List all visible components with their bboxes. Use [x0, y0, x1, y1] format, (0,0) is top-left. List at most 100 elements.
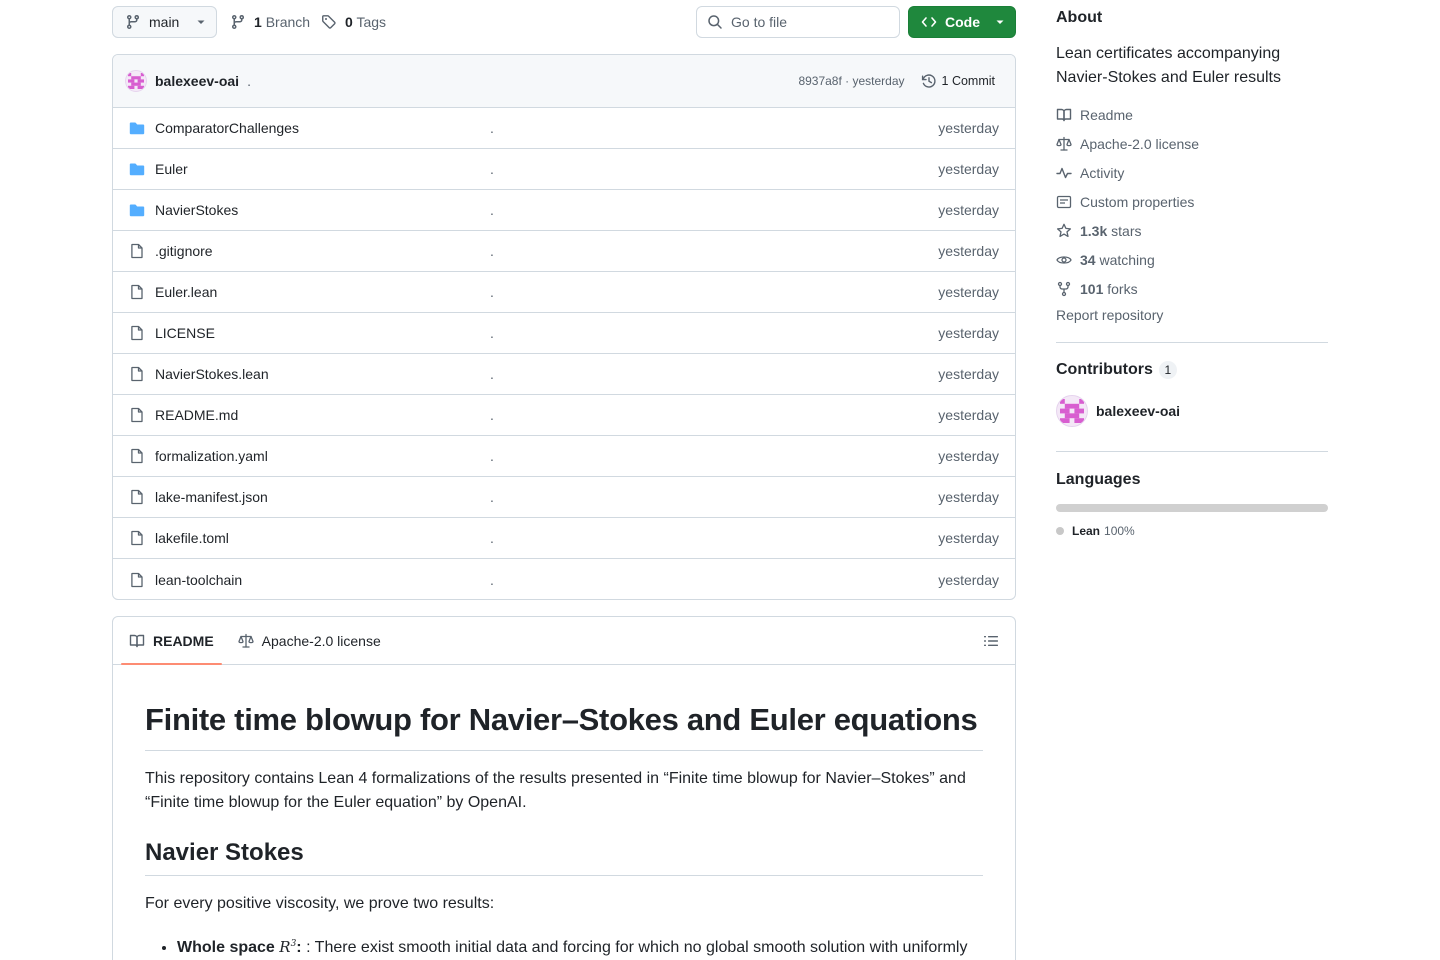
file-name-link[interactable]: lake-manifest.json	[155, 489, 268, 505]
file-commit-date: yesterday	[938, 448, 999, 464]
file-commit-message[interactable]: .	[490, 489, 494, 505]
language-item[interactable]: Lean 100%	[1056, 524, 1135, 538]
code-button[interactable]: Code	[908, 6, 1016, 38]
table-row: Euler. yesterday	[113, 149, 1015, 190]
file-commit-date: yesterday	[938, 202, 999, 218]
tab-readme[interactable]: README	[121, 617, 222, 665]
readme-content: Finite time blowup for Navier–Stokes and…	[113, 665, 1015, 960]
go-to-file-input[interactable]: Go to file	[696, 6, 900, 38]
stars-link[interactable]: 1.3k stars	[1056, 216, 1328, 245]
table-of-contents-icon[interactable]	[983, 633, 999, 649]
table-row: README.md. yesterday	[113, 395, 1015, 436]
report-repository-link[interactable]: Report repository	[1056, 307, 1163, 323]
file-icon	[129, 448, 145, 464]
stars-label: stars	[1111, 222, 1142, 239]
forks-link[interactable]: 101 forks	[1056, 274, 1328, 303]
readme-section-heading: Navier Stokes	[145, 839, 983, 877]
file-commit-date: yesterday	[938, 243, 999, 259]
table-row: formalization.yaml. yesterday	[113, 436, 1015, 477]
file-commit-message[interactable]: .	[490, 530, 494, 546]
file-name-link[interactable]: .gitignore	[155, 243, 213, 259]
search-icon	[707, 14, 723, 30]
table-row: NavierStokes.lean. yesterday	[113, 354, 1015, 395]
file-commit-message[interactable]: .	[490, 202, 494, 218]
tab-license[interactable]: Apache-2.0 license	[230, 617, 389, 664]
file-commit-message[interactable]: .	[490, 161, 494, 177]
languages-heading: Languages	[1056, 471, 1141, 488]
git-branch-icon	[230, 14, 246, 30]
license-link-label: Apache-2.0 license	[1080, 135, 1200, 152]
file-commit-message[interactable]: .	[490, 120, 494, 136]
file-name-link[interactable]: formalization.yaml	[155, 448, 268, 464]
activity-link-label: Activity	[1080, 164, 1125, 181]
branch-label: Branch	[265, 14, 311, 30]
file-icon	[129, 325, 145, 341]
about-links: Readme Apache-2.0 license Activity Custo…	[1056, 100, 1328, 303]
list-item-bold: Whole space	[177, 939, 275, 957]
folder-icon	[129, 120, 145, 136]
file-name-link[interactable]: ComparatorChallenges	[155, 120, 299, 136]
contributor-item[interactable]: balexeev-oai	[1056, 395, 1180, 427]
pulse-icon	[1056, 165, 1072, 181]
table-row: .gitignore. yesterday	[113, 231, 1015, 272]
eye-icon	[1056, 252, 1072, 268]
file-name-link[interactable]: lakefile.toml	[155, 530, 229, 546]
file-name-link[interactable]: README.md	[155, 407, 238, 423]
file-commit-message[interactable]: .	[490, 325, 494, 341]
commit-history-link[interactable]: 1 Commit	[921, 73, 995, 89]
file-name-link[interactable]: lean-toolchain	[155, 572, 242, 588]
readme-link-label: Readme	[1080, 106, 1133, 123]
file-commit-message[interactable]: .	[490, 572, 494, 588]
file-commit-message[interactable]: .	[490, 407, 494, 423]
file-name-link[interactable]: LICENSE	[155, 325, 215, 341]
readme-tabs: README Apache-2.0 license	[113, 617, 1015, 665]
commit-author-link[interactable]: balexeev-oai	[155, 73, 239, 89]
branch-count: 1	[254, 14, 262, 30]
language-percent: 100%	[1104, 524, 1135, 538]
file-icon	[129, 530, 145, 546]
readme-list: Whole space R3: : There exist smooth ini…	[145, 932, 983, 960]
watchers-link[interactable]: 34 watching	[1056, 245, 1328, 274]
language-bar	[1056, 504, 1328, 512]
tags-link[interactable]: 0 Tags	[321, 6, 386, 38]
tab-readme-label: README	[153, 632, 214, 649]
license-link[interactable]: Apache-2.0 license	[1056, 129, 1328, 158]
file-name-link[interactable]: NavierStokes	[155, 202, 238, 218]
file-commit-message[interactable]: .	[490, 448, 494, 464]
contributor-name: balexeev-oai	[1096, 403, 1181, 419]
activity-link[interactable]: Activity	[1056, 158, 1328, 187]
book-icon	[129, 633, 145, 649]
note-icon	[1056, 194, 1072, 210]
file-commit-message[interactable]: .	[490, 284, 494, 300]
file-name-link[interactable]: Euler.lean	[155, 284, 217, 300]
avatar[interactable]	[1056, 395, 1088, 427]
branch-select-button[interactable]: main	[112, 6, 217, 38]
file-name-link[interactable]: Euler	[155, 161, 188, 177]
table-row: lean-toolchain. yesterday	[113, 559, 1015, 599]
readme-title: Finite time blowup for Navier–Stokes and…	[145, 701, 983, 752]
tag-label: Tags	[356, 14, 387, 30]
contributors-heading[interactable]: Contributors 1	[1056, 361, 1177, 379]
history-icon	[921, 73, 937, 89]
custom-properties-link[interactable]: Custom properties	[1056, 187, 1328, 216]
commit-message-link[interactable]: .	[247, 73, 251, 89]
file-browser: balexeev-oai . 8937a8f · yesterday 1 Com…	[112, 54, 1016, 600]
about-description: Lean certificates accompanying Navier-St…	[1056, 45, 1281, 86]
go-to-file-placeholder: Go to file	[731, 14, 788, 30]
file-icon	[129, 243, 145, 259]
language-color-dot	[1056, 527, 1064, 535]
divider	[1056, 451, 1328, 452]
contributors-count: 1	[1158, 361, 1177, 379]
file-commit-message[interactable]: .	[490, 243, 494, 259]
star-icon	[1056, 223, 1072, 239]
file-commit-message[interactable]: .	[490, 366, 494, 382]
avatar[interactable]	[125, 70, 147, 92]
readme-link[interactable]: Readme	[1056, 100, 1328, 129]
commit-hash-time[interactable]: 8937a8f · yesterday	[798, 74, 904, 88]
file-commit-date: yesterday	[938, 120, 999, 136]
divider	[1056, 342, 1328, 343]
branches-link[interactable]: 1 Branch	[230, 6, 310, 38]
readme-intro: This repository contains Lean 4 formaliz…	[145, 770, 966, 812]
file-name-link[interactable]: NavierStokes.lean	[155, 366, 269, 382]
folder-icon	[129, 202, 145, 218]
